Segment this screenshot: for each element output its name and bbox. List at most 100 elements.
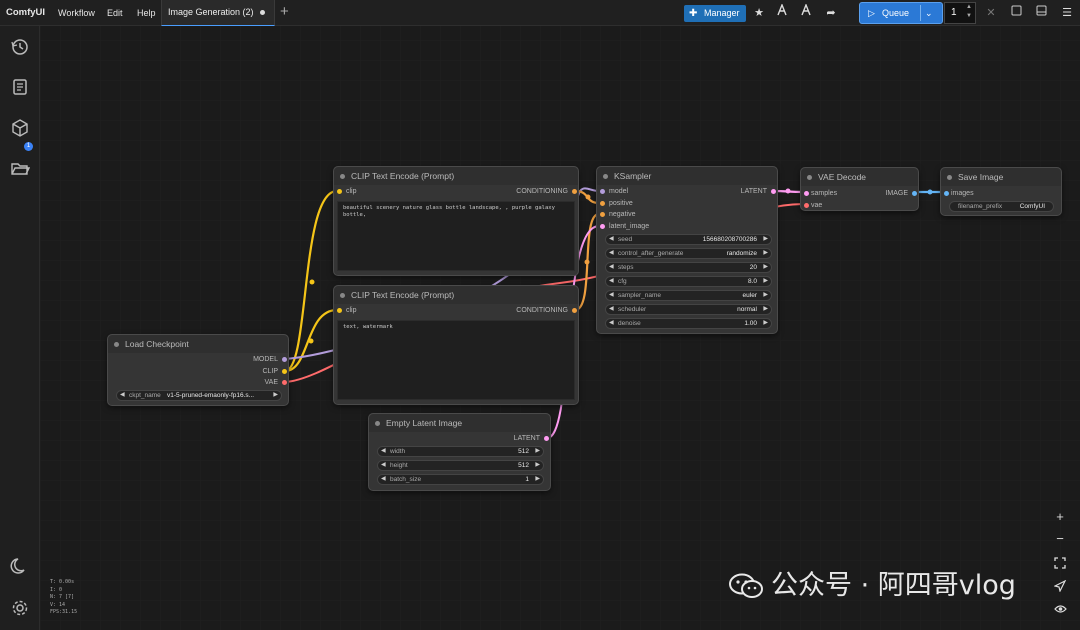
node-load-checkpoint[interactable]: Load Checkpoint MODEL CLIP VAE ◀ ckpt_na… [107, 334, 289, 406]
widget-filename-prefix[interactable]: filename_prefix ComfyUI [949, 201, 1054, 212]
decrement-arrow-icon[interactable]: ◀ [609, 235, 614, 244]
prompt-textarea[interactable]: text, watermark [337, 320, 575, 400]
increment-arrow-icon[interactable]: ▶ [763, 319, 768, 328]
widget-seed[interactable]: ◀ seed 156680208700286 ▶ [605, 234, 772, 245]
input-slot-negative[interactable] [600, 212, 605, 217]
queue-button[interactable]: ▷ Queue ⌄ [859, 2, 943, 24]
output-slot-image[interactable] [912, 191, 917, 196]
chevron-down-icon[interactable]: ⌄ [925, 3, 933, 23]
queue-count-input[interactable]: 1 ▲ ▼ [944, 2, 976, 24]
output-slot-clip[interactable] [282, 369, 287, 374]
decrement-arrow-icon[interactable]: ◀ [609, 291, 614, 300]
increment-arrow-icon[interactable]: ▶ [763, 305, 768, 314]
menu-edit[interactable]: Edit [107, 0, 123, 26]
widget-control-after-generate[interactable]: ◀ control_after_generate randomize ▶ [605, 248, 772, 259]
node-library-cube-icon[interactable] [10, 118, 30, 138]
increment-arrow-icon[interactable]: ▶ [273, 391, 278, 400]
widget-ckpt-name[interactable]: ◀ ckpt_name v1-5-pruned-emaonly-fp16.s..… [116, 390, 282, 401]
node-library-badge: 1 [24, 142, 33, 151]
node-save-image[interactable]: Save Image images filename_prefix ComfyU… [940, 167, 1062, 216]
node-title[interactable]: CLIP Text Encode (Prompt) [334, 286, 578, 304]
decrement-arrow-icon[interactable]: ◀ [609, 305, 614, 314]
decrement-arrow-icon[interactable]: ◀ [120, 391, 125, 400]
toggle-links-eye-icon[interactable] [1050, 599, 1070, 619]
increment-arrow-icon[interactable]: ▶ [763, 263, 768, 272]
decrement-arrow-icon[interactable]: ◀ [609, 277, 614, 286]
output-slot-conditioning[interactable] [572, 189, 577, 194]
star-icon[interactable]: ★ [750, 4, 768, 22]
output-slot-model[interactable] [282, 357, 287, 362]
widget-scheduler[interactable]: ◀ scheduler normal ▶ [605, 304, 772, 315]
manager-button[interactable]: ✚ Manager [684, 5, 746, 22]
app-logo[interactable]: ComfyUI [6, 0, 45, 26]
widget-sampler-name[interactable]: ◀ sampler_name euler ▶ [605, 290, 772, 301]
widget-steps[interactable]: ◀ steps 20 ▶ [605, 262, 772, 273]
node-title[interactable]: KSampler [597, 167, 777, 185]
widget-label: steps [618, 264, 634, 271]
output-slot-conditioning[interactable] [572, 308, 577, 313]
model-share-icon[interactable] [797, 3, 815, 22]
increment-arrow-icon[interactable]: ▶ [535, 475, 540, 484]
output-slot-vae[interactable] [282, 380, 287, 385]
decrement-arrow-icon[interactable]: ◀ [381, 461, 386, 470]
queue-list-icon[interactable] [10, 77, 30, 97]
decrement-arrow-icon[interactable]: ◀ [609, 249, 614, 258]
output-slot-latent[interactable] [771, 189, 776, 194]
input-slot-latent-image[interactable] [600, 224, 605, 229]
node-title[interactable]: Save Image [941, 168, 1061, 186]
input-slot-model[interactable] [600, 189, 605, 194]
decrement-arrow-icon[interactable]: ◀ [609, 263, 614, 272]
zoom-in-plus-icon[interactable]: + [1050, 507, 1070, 527]
output-slot-latent[interactable] [544, 436, 549, 441]
input-slot-clip[interactable] [337, 189, 342, 194]
stepper-icon[interactable]: ▲ ▼ [966, 3, 972, 21]
increment-arrow-icon[interactable]: ▶ [763, 249, 768, 258]
widget-height[interactable]: ◀ height 512 ▶ [377, 460, 544, 471]
node-title[interactable]: Empty Latent Image [369, 414, 550, 432]
input-slot-samples[interactable] [804, 191, 809, 196]
hamburger-menu-icon[interactable]: ☰ [1058, 4, 1076, 22]
decrement-arrow-icon[interactable]: ◀ [381, 447, 386, 456]
node-title[interactable]: Load Checkpoint [108, 335, 288, 353]
history-icon[interactable] [10, 37, 30, 57]
share-arrow-icon[interactable]: ➦ [822, 4, 840, 22]
input-slot-clip[interactable] [337, 308, 342, 313]
node-clip-text-encode-negative[interactable]: CLIP Text Encode (Prompt) clip CONDITION… [333, 285, 579, 405]
increment-arrow-icon[interactable]: ▶ [535, 461, 540, 470]
input-slot-positive[interactable] [600, 201, 605, 206]
settings-gear-icon[interactable] [10, 598, 30, 618]
node-clip-text-encode-positive[interactable]: CLIP Text Encode (Prompt) clip CONDITION… [333, 166, 579, 276]
node-vae-decode[interactable]: VAE Decode samples vae IMAGE [800, 167, 919, 211]
fit-view-icon[interactable] [1050, 553, 1070, 573]
decrement-arrow-icon[interactable]: ◀ [381, 475, 386, 484]
unsaved-dot-icon[interactable] [260, 10, 265, 15]
model-download-icon[interactable] [773, 3, 791, 22]
widget-denoise[interactable]: ◀ denoise 1.00 ▶ [605, 318, 772, 329]
menu-workflow[interactable]: Workflow [58, 0, 95, 26]
node-title[interactable]: CLIP Text Encode (Prompt) [334, 167, 578, 185]
decrement-arrow-icon[interactable]: ◀ [609, 319, 614, 328]
increment-arrow-icon[interactable]: ▶ [763, 291, 768, 300]
node-title[interactable]: VAE Decode [801, 168, 918, 186]
menu-help[interactable]: Help [137, 0, 156, 26]
widget-batch-size[interactable]: ◀ batch_size 1 ▶ [377, 474, 544, 485]
dark-mode-moon-icon[interactable] [10, 556, 30, 576]
increment-arrow-icon[interactable]: ▶ [535, 447, 540, 456]
pointer-navigate-icon[interactable] [1050, 576, 1070, 596]
folder-open-icon[interactable] [10, 159, 31, 179]
input-slot-vae[interactable] [804, 203, 809, 208]
node-empty-latent-image[interactable]: Empty Latent Image LATENT ◀ width 512 ▶ … [368, 413, 551, 491]
increment-arrow-icon[interactable]: ▶ [763, 277, 768, 286]
zoom-out-minus-icon[interactable]: − [1050, 529, 1070, 549]
focus-mode-icon[interactable] [1007, 4, 1025, 22]
widget-width[interactable]: ◀ width 512 ▶ [377, 446, 544, 457]
close-icon[interactable]: ✕ [982, 4, 1000, 22]
increment-arrow-icon[interactable]: ▶ [763, 235, 768, 244]
panel-toggle-icon[interactable] [1032, 4, 1050, 22]
new-tab-plus-icon[interactable]: + [280, 2, 289, 22]
workflow-tab[interactable]: Image Generation (2) [161, 0, 275, 26]
node-ksampler[interactable]: KSampler model positive negative latent_… [596, 166, 778, 334]
prompt-textarea[interactable]: beautiful scenery nature glass bottle la… [337, 201, 575, 271]
widget-cfg[interactable]: ◀ cfg 8.0 ▶ [605, 276, 772, 287]
input-slot-images[interactable] [944, 191, 949, 196]
